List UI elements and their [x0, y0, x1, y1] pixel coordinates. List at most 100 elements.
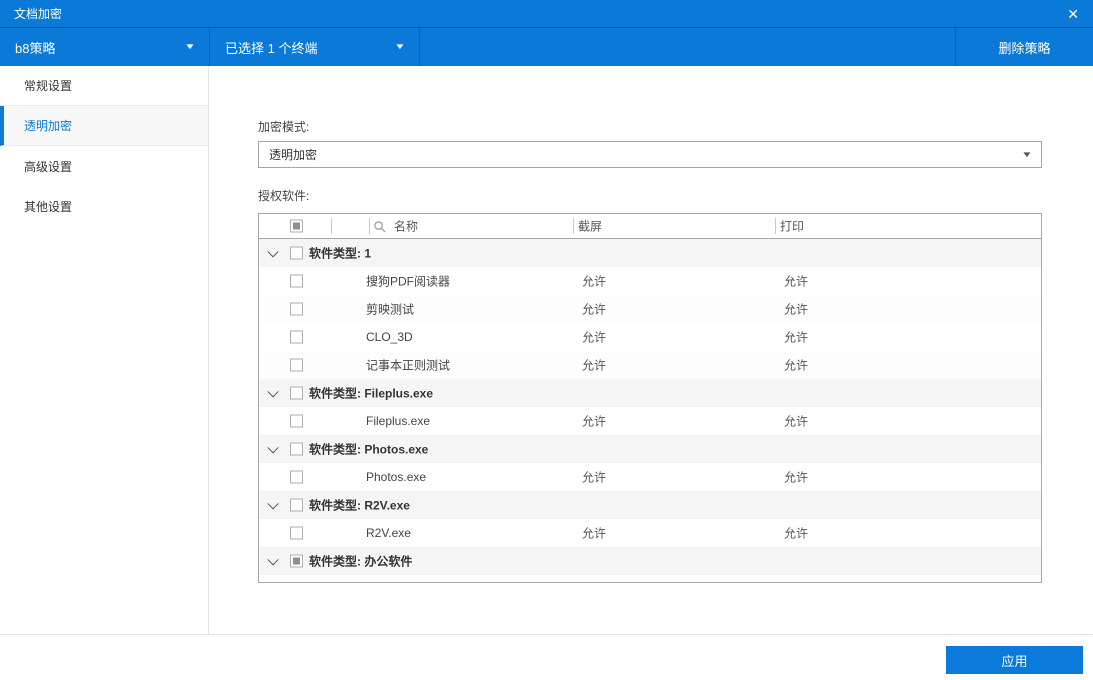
screenshot-permission[interactable]: 允许	[582, 525, 606, 542]
apply-button[interactable]: 应用	[946, 646, 1083, 674]
group-checkbox[interactable]	[290, 246, 303, 260]
chevron-down-icon[interactable]	[267, 554, 279, 566]
screenshot-permission[interactable]: 允许	[582, 413, 606, 430]
sidebar-item-1[interactable]: 透明加密	[0, 106, 208, 146]
column-header-name[interactable]: 名称	[394, 218, 418, 235]
chevron-down-icon[interactable]	[267, 246, 279, 258]
software-name: Photos.exe	[366, 470, 427, 484]
title-bar: 文档加密 ✕	[0, 0, 1093, 27]
group-checkbox[interactable]	[290, 554, 303, 568]
software-row[interactable]: 剪映测试 允许 允许	[259, 295, 1041, 323]
print-permission[interactable]: 允许	[784, 469, 808, 486]
print-permission[interactable]: 允许	[784, 329, 808, 346]
chevron-down-icon: ▼	[184, 42, 196, 51]
item-checkbox[interactable]	[290, 526, 303, 540]
software-name: CLO_3D	[366, 330, 413, 344]
footer: 应用	[0, 634, 1093, 680]
group-row[interactable]: 软件类型: Photos.exe	[259, 435, 1041, 463]
print-permission[interactable]: 允许	[784, 357, 808, 374]
item-checkbox[interactable]	[290, 583, 303, 584]
software-name: 剪映测试	[366, 302, 415, 317]
chevron-down-icon: ▼	[394, 42, 406, 51]
encryption-mode-select[interactable]: 透明加密 ▼	[258, 141, 1042, 168]
software-name: WPS Office	[366, 582, 428, 583]
print-permission[interactable]: 允许	[784, 525, 808, 542]
screenshot-permission[interactable]: 允许	[582, 469, 606, 486]
chevron-down-icon[interactable]	[267, 386, 279, 398]
screenshot-permission[interactable]: 允许	[582, 581, 606, 583]
print-permission[interactable]: 允许	[784, 301, 808, 318]
screenshot-permission[interactable]: 允许	[582, 329, 606, 346]
terminal-dropdown-label: 已选择 1 个终端	[225, 40, 318, 56]
policy-dropdown[interactable]: b8策略 ▼	[0, 28, 209, 66]
sidebar-item-3[interactable]: 其他设置	[0, 186, 208, 226]
terminal-dropdown[interactable]: 已选择 1 个终端 ▼	[210, 28, 419, 66]
chevron-down-icon: ▼	[1021, 149, 1033, 159]
sidebar-item-label: 其他设置	[24, 199, 73, 214]
screenshot-permission[interactable]: 允许	[582, 273, 606, 290]
encryption-mode-value: 透明加密	[269, 148, 318, 162]
group-checkbox[interactable]	[290, 386, 303, 400]
group-row[interactable]: 软件类型: Fileplus.exe	[259, 379, 1041, 407]
search-icon	[374, 221, 386, 233]
item-checkbox[interactable]	[290, 330, 303, 344]
group-row[interactable]: 软件类型: 办公软件	[259, 547, 1041, 575]
toolbar: b8策略 ▼ 已选择 1 个终端 ▼ 删除策略	[0, 27, 1093, 66]
group-label: 软件类型: Photos.exe	[309, 442, 429, 457]
software-row[interactable]: R2V.exe 允许 允许	[259, 519, 1041, 547]
window-title: 文档加密	[14, 7, 63, 21]
group-row[interactable]: 软件类型: 1	[259, 239, 1041, 267]
sidebar: 常规设置透明加密高级设置其他设置	[0, 66, 209, 634]
chevron-down-icon[interactable]	[267, 498, 279, 510]
print-permission[interactable]: 允许	[784, 581, 808, 583]
group-label: 软件类型: 1	[309, 246, 372, 261]
sidebar-item-label: 透明加密	[24, 119, 73, 133]
column-divider	[775, 218, 776, 234]
item-checkbox[interactable]	[290, 470, 303, 484]
software-row[interactable]: WPS Office 允许 允许	[259, 575, 1041, 584]
software-row[interactable]: Fileplus.exe 允许 允许	[259, 407, 1041, 435]
item-checkbox[interactable]	[290, 414, 303, 428]
screenshot-permission[interactable]: 允许	[582, 301, 606, 318]
print-permission[interactable]: 允许	[784, 413, 808, 430]
table-body: 软件类型: 1 搜狗PDF阅读器 允许 允许 剪映测试 允许 允许 CLO_3D 允许 允许 记事本…	[259, 239, 1041, 584]
chevron-down-icon[interactable]	[267, 442, 279, 454]
main-content: 加密模式: 透明加密 ▼ 授权软件: 名称 截屏 打印 软件类型: 1 搜狗PDF…	[210, 66, 1093, 634]
column-header-print[interactable]: 打印	[780, 218, 804, 235]
software-name: R2V.exe	[366, 526, 411, 540]
item-checkbox[interactable]	[290, 302, 303, 316]
select-all-checkbox[interactable]	[290, 219, 303, 233]
item-checkbox[interactable]	[290, 274, 303, 288]
policy-dropdown-label: b8策略	[15, 40, 56, 56]
item-checkbox[interactable]	[290, 358, 303, 372]
software-row[interactable]: Photos.exe 允许 允许	[259, 463, 1041, 491]
group-label: 软件类型: R2V.exe	[309, 498, 410, 513]
delete-policy-button[interactable]: 删除策略	[956, 28, 1093, 66]
encryption-mode-label: 加密模式:	[258, 120, 310, 134]
software-row[interactable]: 搜狗PDF阅读器 允许 允许	[259, 267, 1041, 295]
authorized-software-table: 名称 截屏 打印 软件类型: 1 搜狗PDF阅读器 允许 允许 剪映测试 允许 允许 CLO_…	[258, 213, 1042, 583]
software-name: 记事本正则测试	[366, 358, 451, 373]
group-checkbox[interactable]	[290, 498, 303, 512]
software-name: Fileplus.exe	[366, 414, 431, 428]
sidebar-item-0[interactable]: 常规设置	[0, 66, 208, 106]
print-permission[interactable]: 允许	[784, 273, 808, 290]
sidebar-item-2[interactable]: 高级设置	[0, 146, 208, 186]
group-label: 软件类型: 办公软件	[309, 554, 413, 569]
column-divider	[331, 218, 332, 234]
close-icon[interactable]: ✕	[1067, 7, 1079, 21]
authorized-software-label: 授权软件:	[258, 189, 310, 203]
group-row[interactable]: 软件类型: R2V.exe	[259, 491, 1041, 519]
column-header-screenshot[interactable]: 截屏	[578, 218, 602, 235]
software-name: 搜狗PDF阅读器	[366, 274, 451, 289]
table-header: 名称 截屏 打印	[259, 214, 1041, 239]
software-row[interactable]: CLO_3D 允许 允许	[259, 323, 1041, 351]
group-checkbox[interactable]	[290, 442, 303, 456]
column-divider	[369, 218, 370, 234]
software-row[interactable]: 记事本正则测试 允许 允许	[259, 351, 1041, 379]
column-divider	[573, 218, 574, 234]
screenshot-permission[interactable]: 允许	[582, 357, 606, 374]
sidebar-item-label: 常规设置	[24, 79, 73, 93]
group-label: 软件类型: Fileplus.exe	[309, 386, 434, 401]
